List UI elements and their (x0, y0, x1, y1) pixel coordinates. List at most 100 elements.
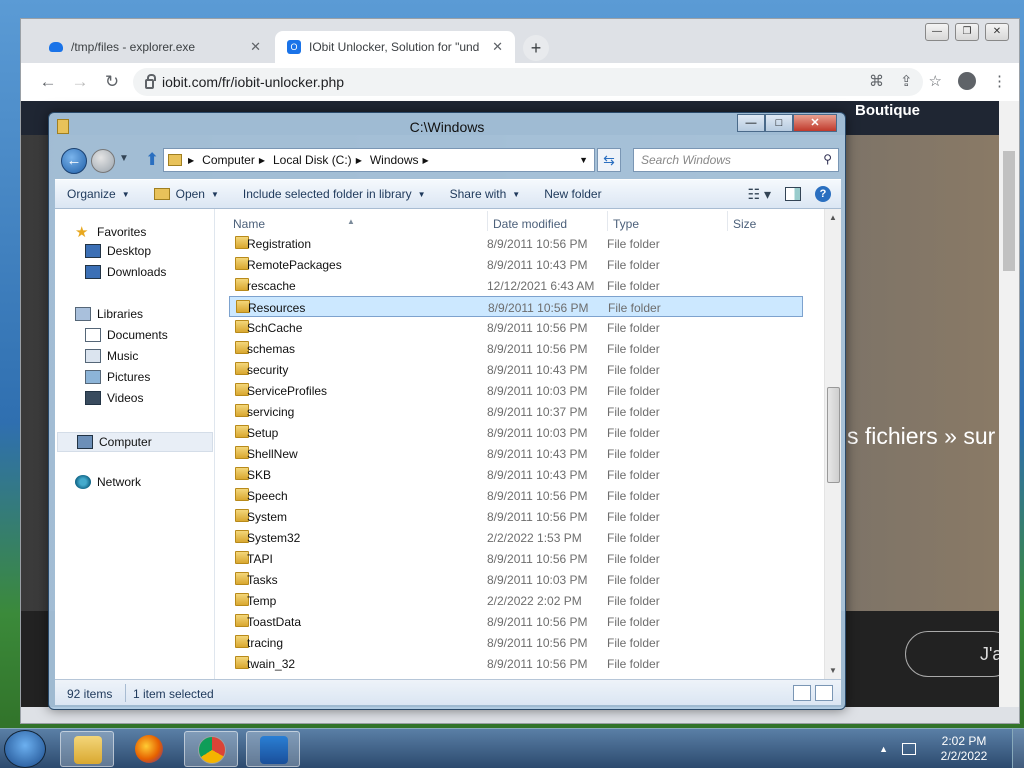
new-tab-button[interactable]: + (523, 35, 549, 61)
table-row[interactable]: System 8/9/2011 10:56 PM File folder (229, 506, 803, 527)
taskbar-firefox[interactable] (122, 731, 176, 767)
search-icon[interactable]: ⚲ (823, 152, 832, 166)
table-row[interactable]: Temp 2/2/2022 2:02 PM File folder (229, 590, 803, 611)
table-row[interactable]: ToastData 8/9/2011 10:56 PM File folder (229, 611, 803, 632)
accept-button[interactable]: J'a (905, 631, 1001, 677)
column-date-modified[interactable]: Date modified (493, 217, 567, 231)
nav-downloads[interactable]: Downloads (85, 265, 166, 279)
table-row[interactable]: tracing 8/9/2011 10:56 PM File folder (229, 632, 803, 653)
network-tray-icon[interactable] (902, 743, 916, 755)
nav-computer[interactable]: Computer (57, 432, 213, 452)
browser-tab-explorer[interactable]: /tmp/files - explorer.exe ✕ (37, 31, 273, 63)
minimize-button[interactable]: — (925, 23, 949, 41)
breadcrumb-computer[interactable]: Computer ▶ (202, 153, 265, 167)
nav-videos[interactable]: Videos (85, 391, 143, 405)
table-row[interactable]: security 8/9/2011 10:43 PM File folder (229, 359, 803, 380)
nav-label: Pictures (107, 370, 151, 384)
nav-favorites[interactable]: ★ Favorites (75, 223, 146, 241)
table-row[interactable]: servicing 8/9/2011 10:37 PM File folder (229, 401, 803, 422)
large-icons-view-icon[interactable] (815, 685, 833, 701)
scroll-up-icon[interactable]: ▲ (829, 213, 837, 222)
scrollbar-thumb[interactable] (1003, 151, 1015, 271)
table-row[interactable]: System32 2/2/2022 1:53 PM File folder (229, 527, 803, 548)
show-desktop-button[interactable] (1012, 729, 1024, 768)
maximize-button[interactable]: □ (765, 114, 793, 132)
table-row[interactable]: Registration 8/9/2011 10:56 PM File folder (229, 233, 803, 254)
refresh-icon[interactable]: ⇆ (597, 148, 621, 172)
column-name[interactable]: Name (233, 217, 265, 231)
table-row[interactable]: Speech 8/9/2011 10:56 PM File folder (229, 485, 803, 506)
new-folder-button[interactable]: New folder (532, 187, 613, 201)
nav-desktop[interactable]: Desktop (85, 244, 151, 258)
minimize-button[interactable]: — (737, 114, 765, 132)
breadcrumb-windows[interactable]: Windows ▶ (370, 153, 429, 167)
preview-pane-icon[interactable] (785, 187, 801, 201)
table-row[interactable]: rescache 12/12/2021 6:43 AM File folder (229, 275, 803, 296)
share-icon[interactable]: ⇪ (900, 72, 913, 90)
taskbar-iobit[interactable] (246, 731, 300, 767)
table-row[interactable]: twain_32 8/9/2011 10:56 PM File folder (229, 653, 803, 674)
nav-pictures[interactable]: Pictures (85, 370, 150, 384)
bookmark-star-icon[interactable]: ☆ (929, 72, 942, 90)
up-arrow-icon[interactable]: ⬆ (145, 150, 159, 170)
share-with-button[interactable]: Share with ▼ (438, 187, 533, 201)
close-window-button[interactable]: ✕ (793, 114, 837, 132)
nav-item-boutique[interactable]: Boutique (855, 102, 920, 119)
nav-libraries[interactable]: Libraries (75, 307, 143, 321)
forward-arrow-icon[interactable]: → (69, 71, 91, 93)
scrollbar-thumb[interactable] (827, 387, 840, 483)
table-row[interactable]: Tasks 8/9/2011 10:03 PM File folder (229, 569, 803, 590)
table-row[interactable]: ShellNew 8/9/2011 10:43 PM File folder (229, 443, 803, 464)
forward-arrow-icon[interactable] (91, 149, 115, 173)
chevron-right-icon[interactable]: ▶ (423, 156, 429, 165)
start-button[interactable] (4, 730, 46, 768)
column-type[interactable]: Type (613, 217, 639, 231)
show-hidden-icons-icon[interactable]: ▲ (879, 744, 888, 754)
close-tab-icon[interactable]: ✕ (250, 39, 261, 55)
table-row[interactable]: ServiceProfiles 8/9/2011 10:03 PM File fol… (229, 380, 803, 401)
taskbar-explorer[interactable] (60, 731, 114, 767)
address-bar[interactable]: iobit.com/fr/iobit-unlocker.php (133, 68, 923, 96)
profile-avatar-icon[interactable] (958, 72, 976, 90)
table-row[interactable]: SKB 8/9/2011 10:43 PM File folder (229, 464, 803, 485)
open-button[interactable]: Open ▼ (142, 187, 231, 201)
search-input[interactable]: Search Windows ⚲ (633, 148, 839, 172)
back-arrow-icon[interactable]: ← (61, 148, 87, 174)
address-dropdown-icon[interactable]: ▼ (579, 155, 588, 165)
nav-music[interactable]: Music (85, 349, 138, 363)
details-view-icon[interactable] (793, 685, 811, 701)
column-size[interactable]: Size (733, 217, 756, 231)
page-scrollbar[interactable] (999, 101, 1019, 707)
translate-icon[interactable]: ⌘ (869, 72, 884, 90)
table-row[interactable]: SchCache 8/9/2011 10:56 PM File folder (229, 317, 803, 338)
back-arrow-icon[interactable]: ← (37, 71, 59, 93)
nav-documents[interactable]: Documents (85, 328, 168, 342)
nav-network[interactable]: Network (75, 475, 141, 489)
help-icon[interactable]: ? (815, 186, 831, 202)
chevron-right-icon[interactable]: ▶ (259, 156, 265, 165)
history-dropdown-icon[interactable]: ▼ (119, 153, 129, 164)
sort-ascending-icon: ▲ (347, 217, 355, 226)
chevron-right-icon[interactable]: ▶ (356, 156, 362, 165)
table-row[interactable]: Setup 8/9/2011 10:03 PM File folder (229, 422, 803, 443)
taskbar-chrome[interactable] (184, 731, 238, 767)
include-in-library-button[interactable]: Include selected folder in library ▼ (231, 187, 438, 201)
chevron-right-icon[interactable]: ▶ (188, 156, 194, 165)
close-tab-icon[interactable]: ✕ (492, 39, 503, 55)
browser-tab-iobit[interactable]: O IObit Unlocker, Solution for "und ✕ (275, 31, 515, 63)
change-view-icon[interactable]: ☷ ▾ (748, 186, 771, 203)
table-row[interactable]: RemotePackages 8/9/2011 10:43 PM File fold… (229, 254, 803, 275)
table-row[interactable]: Resources 8/9/2011 10:56 PM File folder (229, 296, 803, 317)
table-row[interactable]: TAPI 8/9/2011 10:56 PM File folder (229, 548, 803, 569)
list-scrollbar[interactable]: ▲ ▼ (824, 209, 841, 679)
breadcrumb-local-disk[interactable]: Local Disk (C:) ▶ (273, 153, 362, 167)
table-row[interactable]: schemas 8/9/2011 10:56 PM File folder (229, 338, 803, 359)
organize-button[interactable]: Organize ▼ (55, 187, 142, 201)
clock[interactable]: 2:02 PM 2/2/2022 (934, 734, 994, 764)
reload-icon[interactable]: ↻ (101, 71, 123, 93)
scroll-down-icon[interactable]: ▼ (829, 666, 837, 675)
menu-kebab-icon[interactable]: ⋮ (992, 72, 1007, 90)
breadcrumb[interactable]: ▶ Computer ▶ Local Disk (C:) ▶ Windows ▶ ▼ (163, 148, 595, 172)
maximize-button[interactable]: ❐ (955, 23, 979, 41)
close-window-button[interactable]: ✕ (985, 23, 1009, 41)
